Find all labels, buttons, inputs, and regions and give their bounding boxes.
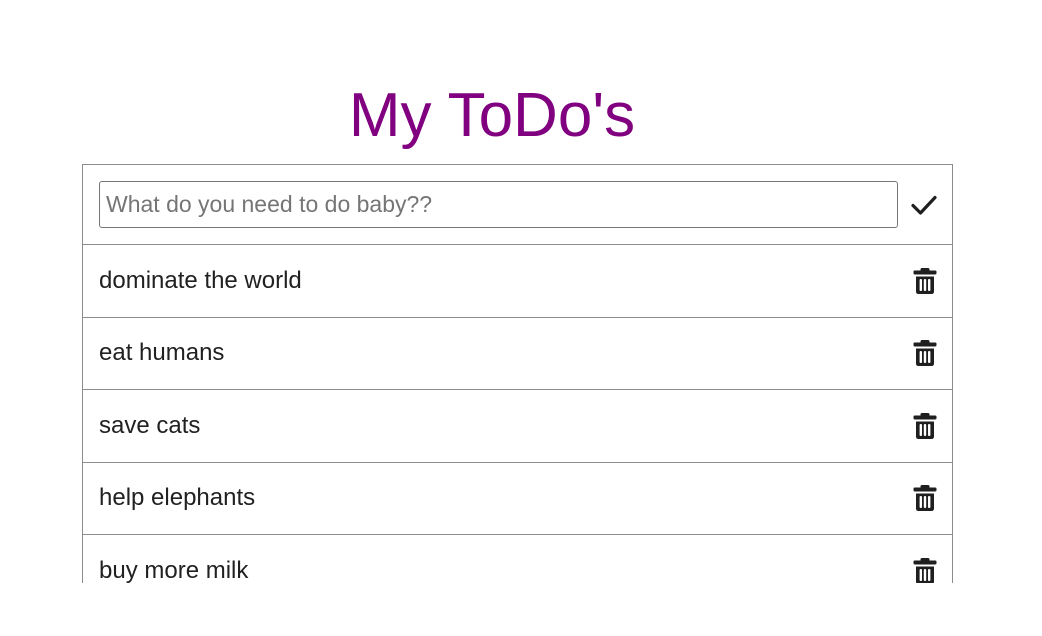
todo-list: dominate the world eat humans [82, 164, 953, 583]
todo-label: dominate the world [99, 266, 302, 294]
delete-button[interactable] [912, 339, 938, 367]
todo-label: save cats [99, 411, 201, 439]
add-todo-form [83, 165, 952, 245]
trash-icon [913, 557, 937, 583]
todo-label: eat humans [99, 339, 225, 367]
list-item: buy more milk [83, 535, 952, 583]
delete-button[interactable] [912, 557, 938, 583]
delete-button[interactable] [912, 484, 938, 512]
delete-button[interactable] [912, 267, 938, 295]
list-item: save cats [83, 390, 952, 463]
todo-list-viewport: dominate the world eat humans [82, 164, 954, 583]
trash-icon [913, 340, 937, 367]
list-item: eat humans [83, 318, 952, 390]
list-item: help elephants [83, 463, 952, 535]
todo-label: buy more milk [99, 556, 249, 583]
check-icon [911, 195, 937, 215]
todo-label: help elephants [99, 484, 256, 512]
delete-button[interactable] [912, 412, 938, 440]
trash-icon [913, 267, 937, 294]
page-title: My ToDo's [348, 81, 636, 150]
trash-icon [913, 412, 937, 439]
trash-icon [913, 485, 937, 512]
list-item: dominate the world [83, 245, 952, 318]
submit-button[interactable] [909, 191, 939, 219]
new-todo-input[interactable] [99, 181, 898, 228]
